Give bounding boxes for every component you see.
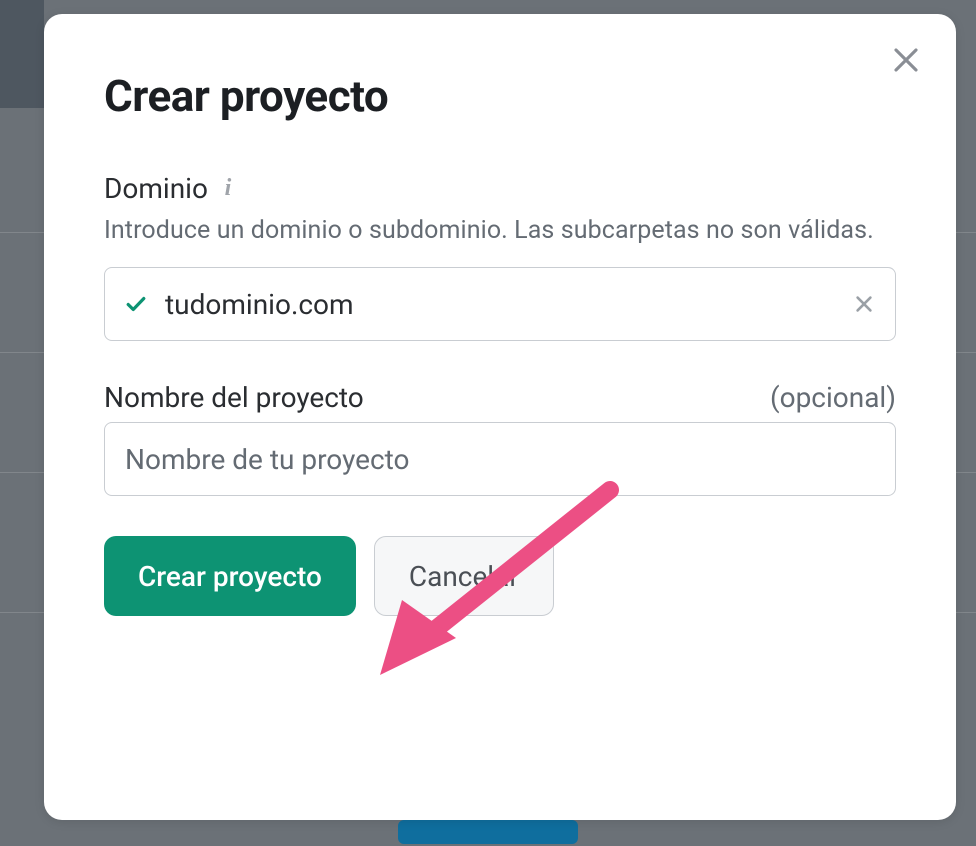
close-button[interactable] — [884, 40, 928, 84]
domain-input[interactable] — [165, 288, 853, 321]
project-name-label: Nombre del proyecto — [104, 381, 364, 414]
domain-field-group: Dominio i Introduce un dominio o subdomi… — [104, 172, 896, 341]
close-icon — [891, 45, 921, 79]
create-project-button[interactable]: Crear proyecto — [104, 536, 356, 616]
optional-tag: (opcional) — [770, 381, 896, 414]
modal-title: Crear proyecto — [104, 70, 896, 122]
domain-help-text: Introduce un dominio o subdominio. Las s… — [104, 213, 896, 249]
project-name-input-wrap — [104, 422, 896, 496]
project-name-field-group: Nombre del proyecto (opcional) — [104, 381, 896, 496]
project-name-input[interactable] — [125, 443, 875, 476]
cancel-button[interactable]: Cancelar — [374, 536, 554, 616]
domain-input-wrap — [104, 267, 896, 341]
create-project-modal: Crear proyecto Dominio i Introduce un do… — [44, 14, 956, 820]
clear-input-icon[interactable] — [853, 293, 875, 315]
button-row: Crear proyecto Cancelar — [104, 536, 896, 616]
domain-label: Dominio — [104, 172, 208, 205]
checkmark-icon — [125, 293, 147, 315]
info-icon[interactable]: i — [218, 175, 238, 202]
